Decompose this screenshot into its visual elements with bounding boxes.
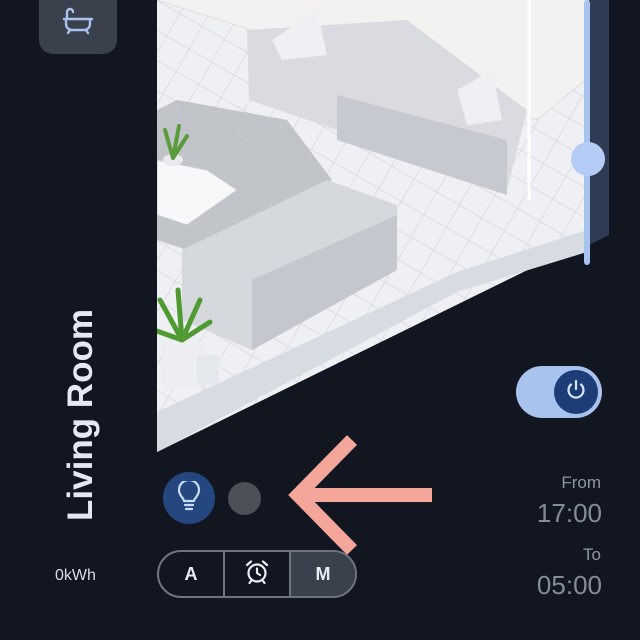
room-title: Living Room [61,309,100,521]
mode-auto-button[interactable]: A [159,552,223,596]
alarm-clock-icon [244,559,270,590]
arrow-left-icon [288,435,432,555]
bathroom-tab-button[interactable] [39,0,117,54]
lightbulb-icon [176,478,202,516]
to-time[interactable]: 05:00 [442,570,602,601]
brightness-slider-track[interactable] [584,0,590,265]
power-icon [565,379,587,406]
to-label: To [583,545,601,564]
mode-timer-button[interactable] [223,552,289,596]
power-toggle-knob[interactable] [554,370,598,414]
brightness-slider-thumb[interactable] [571,142,605,176]
energy-usage: 0kWh [55,567,96,584]
mode-manual-button[interactable]: M [289,552,355,596]
status-indicator-dot [228,482,261,515]
from-time[interactable]: 17:00 [442,498,602,529]
mode-selector: A M [157,550,357,598]
power-toggle[interactable] [516,366,602,418]
light-toggle-button[interactable] [163,472,215,524]
from-label: From [561,473,601,492]
bathtub-icon [62,7,94,40]
